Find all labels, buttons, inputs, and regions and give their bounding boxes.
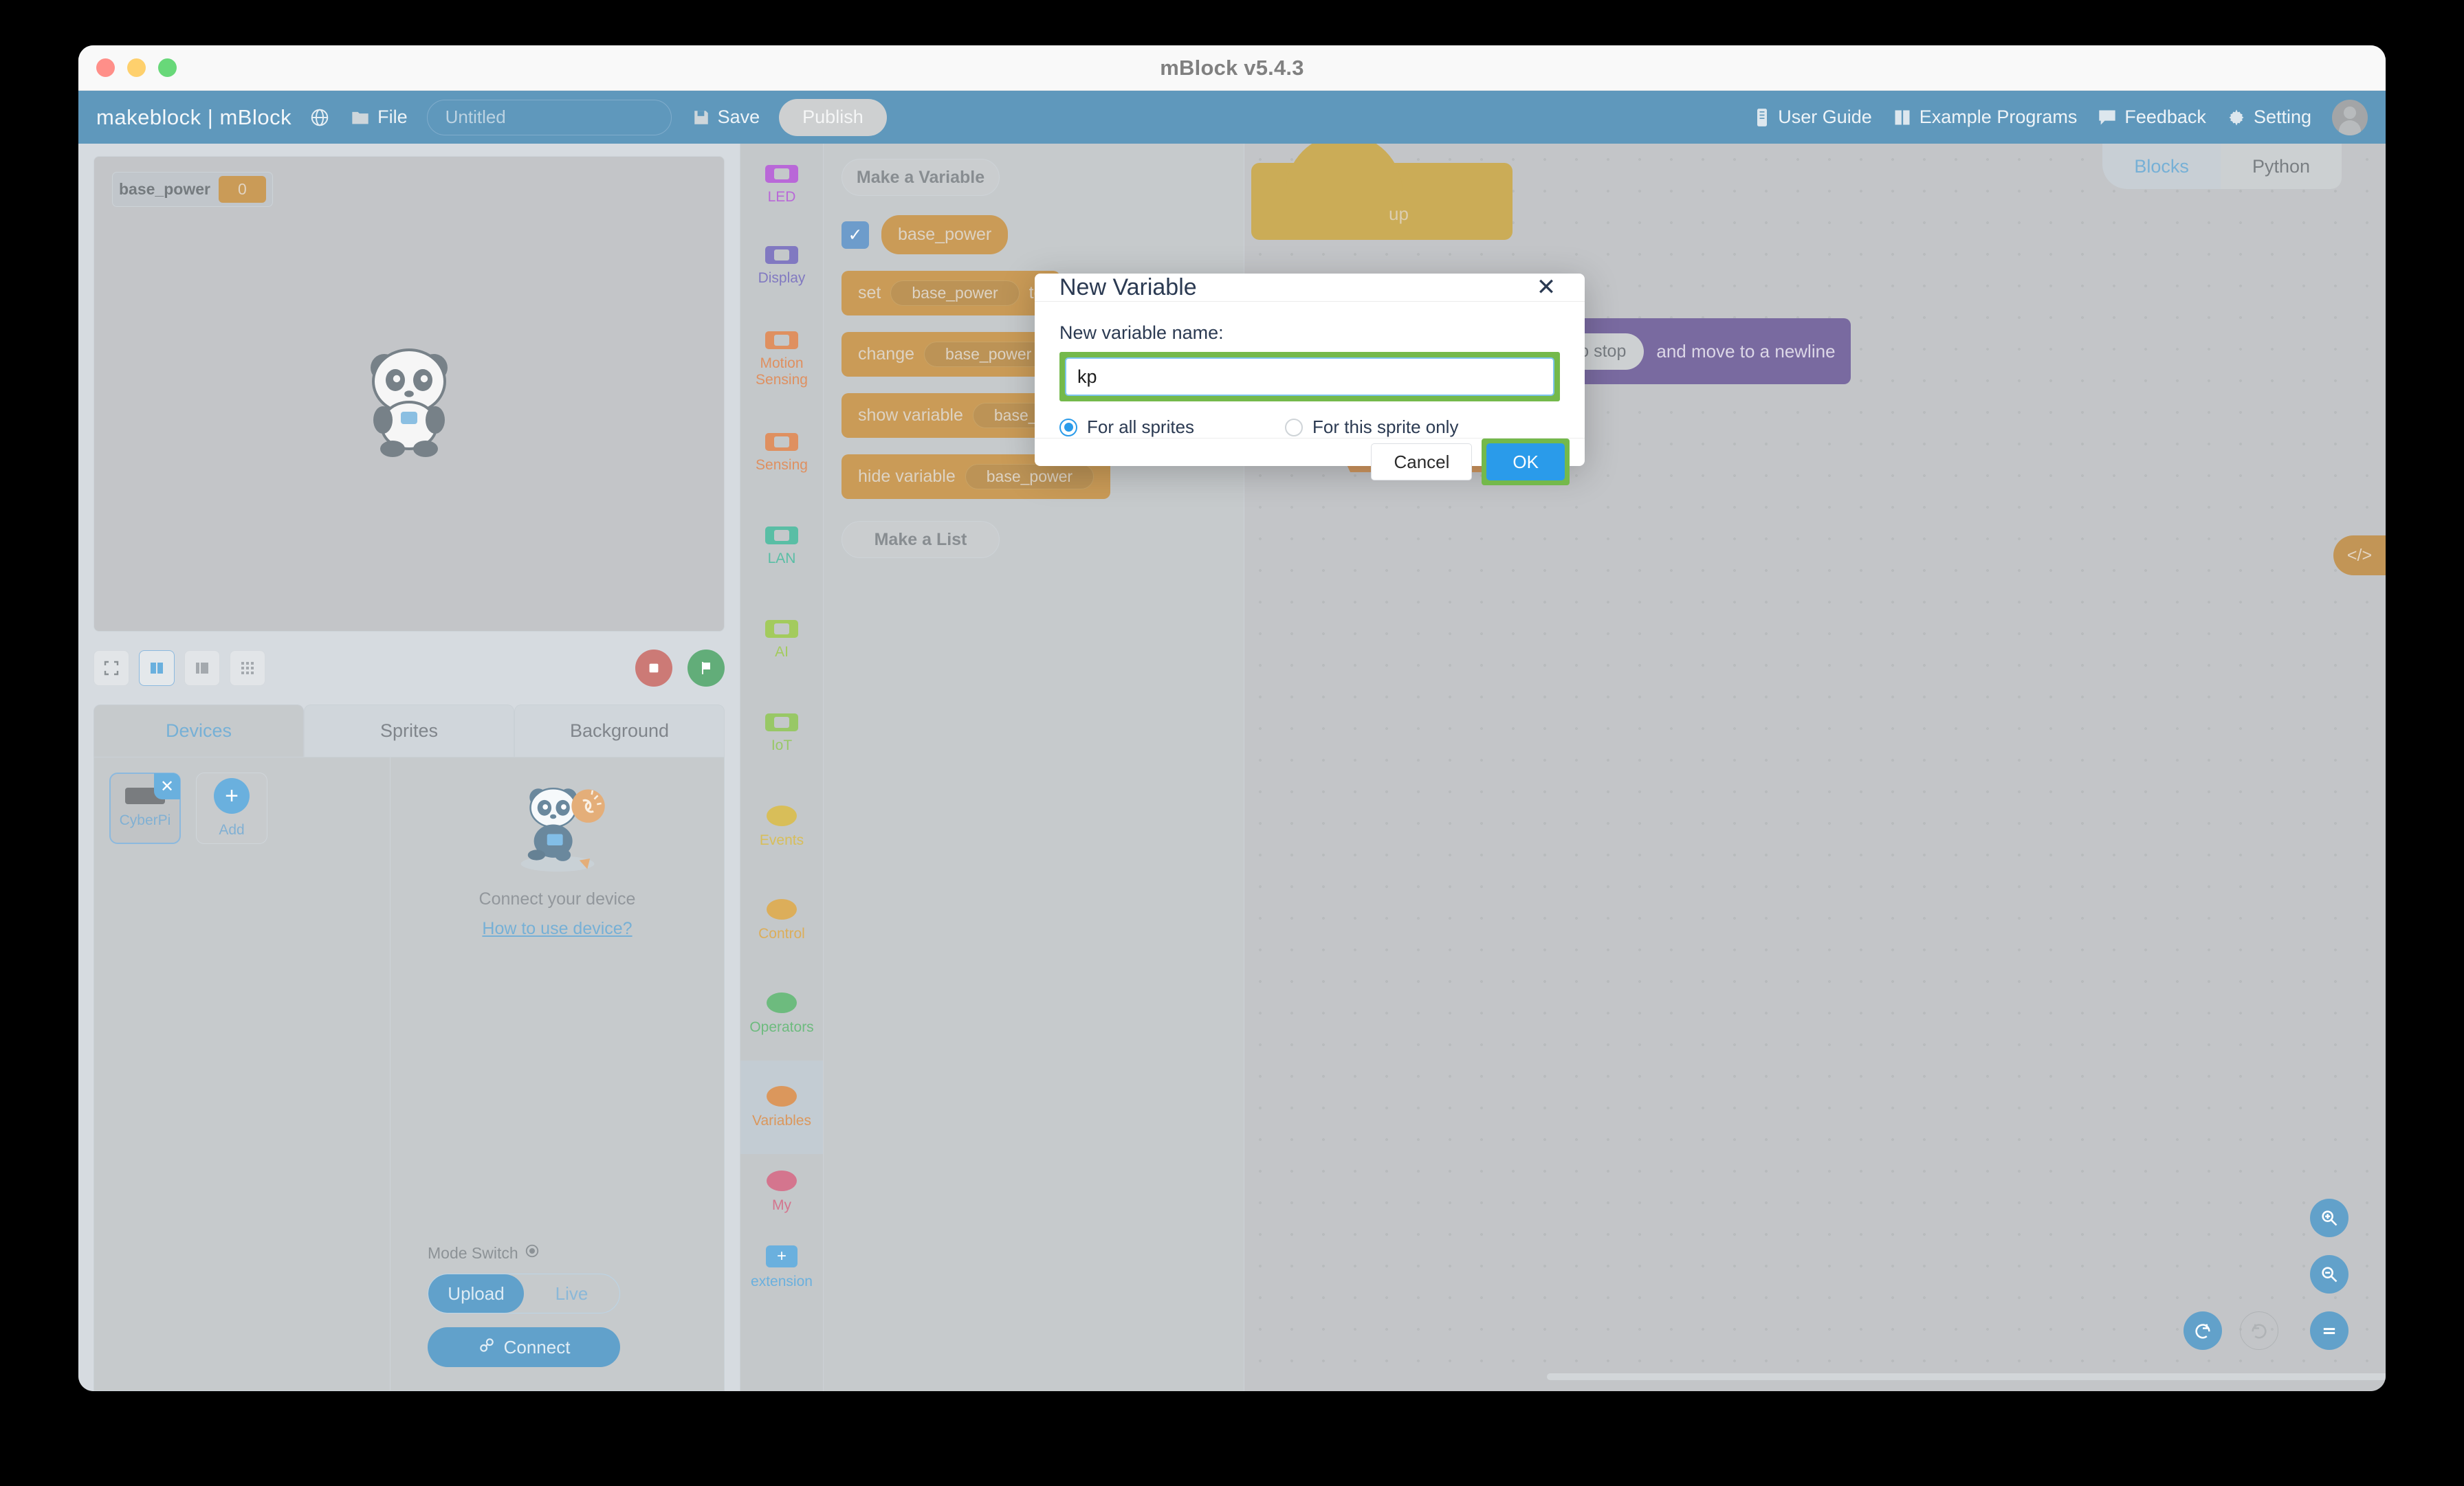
radio-label-all-sprites: For all sprites	[1087, 417, 1195, 437]
variable-name-highlight	[1059, 352, 1560, 401]
cancel-button[interactable]: Cancel	[1371, 443, 1473, 480]
modal-overlay[interactable]	[78, 45, 2386, 1391]
variable-name-label: New variable name:	[1059, 322, 1224, 343]
app-window: mBlock v5.4.3 makeblock | mBlock File Un…	[78, 45, 2386, 1391]
ok-button-highlight: OK	[1482, 439, 1570, 485]
dialog-header: New Variable ✕	[1035, 274, 1585, 302]
radio-icon-all-sprites	[1059, 418, 1077, 436]
ok-button[interactable]: OK	[1486, 443, 1565, 480]
radio-label-this-sprite: For this sprite only	[1312, 417, 1459, 437]
close-icon[interactable]: ✕	[1532, 274, 1560, 301]
radio-icon-this-sprite	[1285, 418, 1304, 436]
radio-for-all-sprites[interactable]: For all sprites	[1059, 417, 1194, 438]
dialog-footer: Cancel OK	[1035, 438, 1585, 485]
dialog-title: New Variable	[1059, 274, 1197, 300]
scope-options: For all sprites For this sprite only	[1059, 417, 1560, 438]
variable-name-input[interactable]	[1065, 357, 1554, 396]
radio-for-this-sprite[interactable]: For this sprite only	[1285, 417, 1458, 438]
new-variable-dialog: New Variable ✕ New variable name: For al…	[1035, 274, 1585, 485]
dialog-body: New variable name: For all sprites For t…	[1035, 302, 1585, 438]
